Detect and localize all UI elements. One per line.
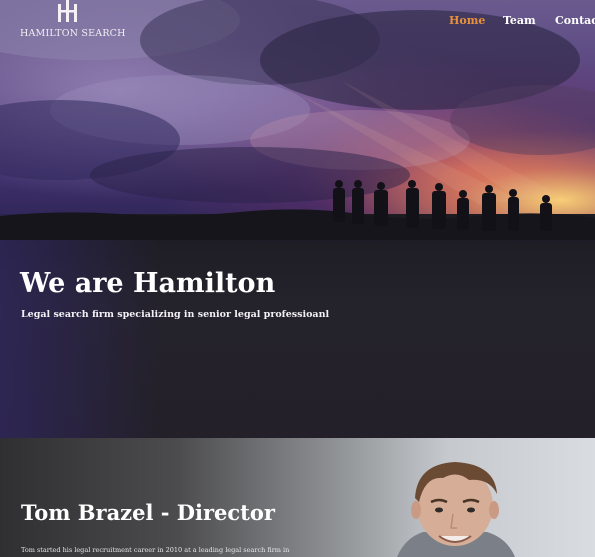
director-section: Tom Brazel - Director Tom started his le…: [0, 438, 595, 557]
main-nav: Home Team Contact: [0, 14, 595, 30]
director-title: Tom Brazel - Director: [21, 500, 275, 525]
nav-link-home[interactable]: Home: [449, 14, 485, 27]
director-portrait-image: [397, 462, 515, 557]
nav-link-team[interactable]: Team: [503, 14, 536, 27]
director-bio: Tom started his legal recruitment career…: [21, 546, 290, 554]
hero-subtitle: Legal search firm specializing in senior…: [21, 309, 330, 320]
nav-link-contact[interactable]: Contact: [555, 14, 595, 27]
people-silhouettes-image: [0, 180, 595, 240]
hero-title: We are Hamilton: [20, 268, 276, 299]
hero-section: HAMILTON SEARCH Home Team Contact We are…: [0, 0, 595, 438]
